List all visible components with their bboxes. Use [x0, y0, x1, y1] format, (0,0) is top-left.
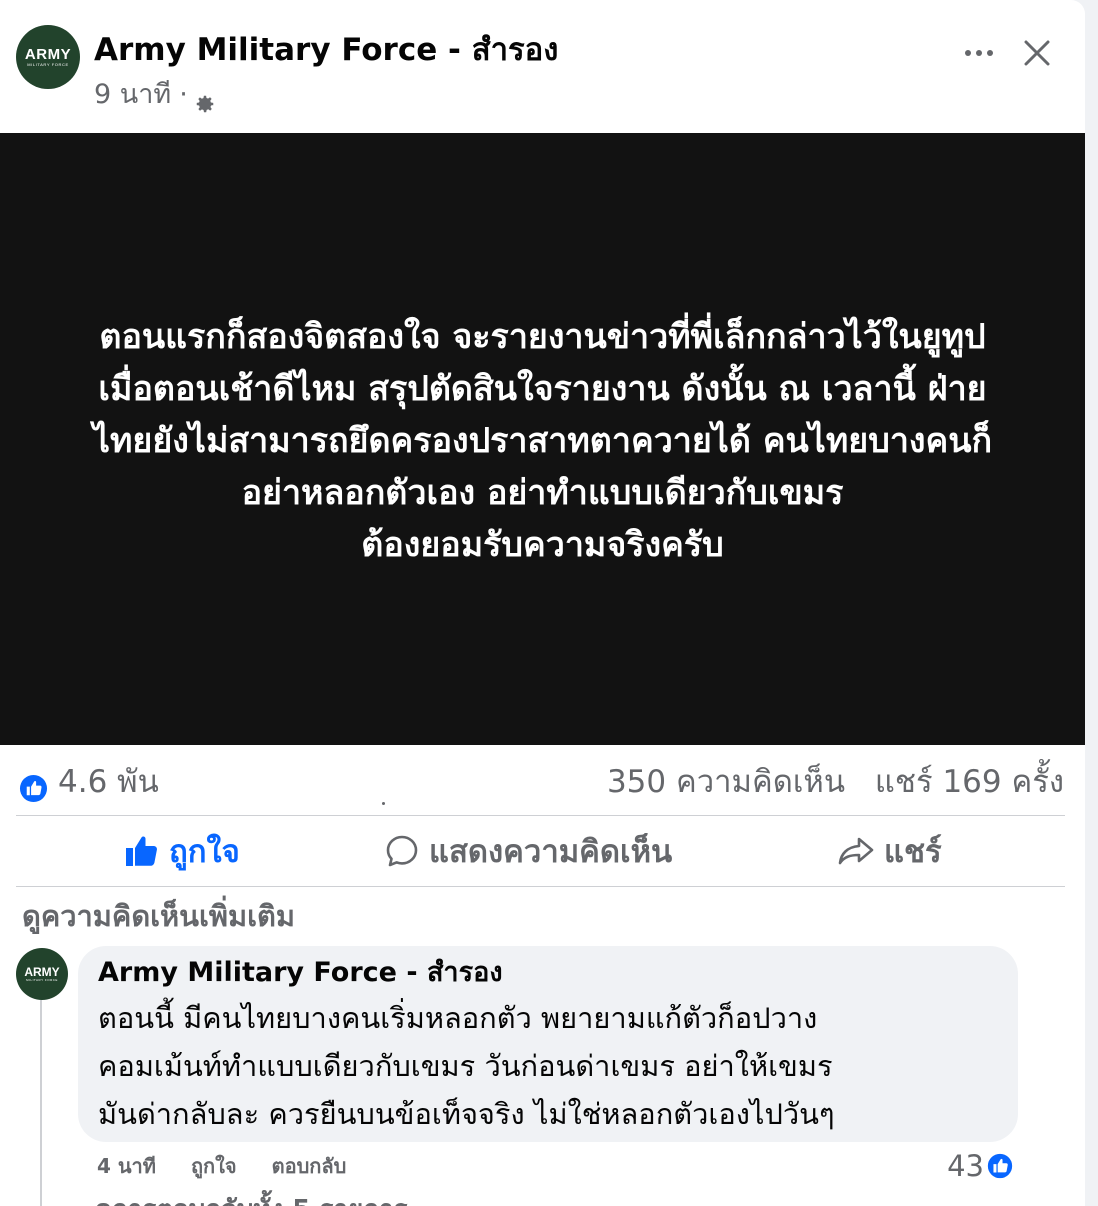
- avatar-logo-text: ARMY: [24, 45, 72, 63]
- post-meta: 9 นาที ·: [94, 76, 216, 114]
- meta-separator: ·: [179, 79, 188, 110]
- media-text-line: ต้องยอมรับความจริงครับ: [361, 525, 724, 565]
- view-more-comments-link[interactable]: ดูความคิดเห็นเพิ่มเติม: [22, 895, 295, 937]
- post-card: ARMY MILITARY FORCE Army Military Force …: [0, 0, 1085, 1206]
- comment-text: ตอนนี้ มีคนไทยบางคนเริ่มหลอกตัว พยายามแก…: [98, 994, 998, 1138]
- comment-bubble-icon: [386, 835, 418, 867]
- comment-time[interactable]: 4 นาที: [97, 1154, 156, 1178]
- comment-count[interactable]: 350 ความคิดเห็น: [607, 764, 845, 800]
- like-badge-icon: [986, 1152, 1014, 1180]
- post-time[interactable]: 9 นาที: [94, 76, 171, 114]
- reply-thread-line: [40, 1000, 42, 1206]
- close-icon: [1024, 40, 1050, 66]
- divider-dot: [382, 802, 385, 805]
- avatar-logo-subtext: MILITARY FORCE: [27, 61, 69, 67]
- comment-author[interactable]: Army Military Force - สำรอง: [98, 954, 503, 992]
- share-label: แชร์: [884, 834, 942, 870]
- like-button[interactable]: ถูกใจ: [125, 826, 240, 876]
- share-count[interactable]: แชร์ 169 ครั้ง: [875, 764, 1064, 800]
- comment-meta: 4 นาที ถูกใจ ตอบกลับ: [97, 1151, 374, 1181]
- more-dots-icon: [965, 50, 993, 56]
- comment-reactions[interactable]: 43: [947, 1148, 1014, 1184]
- like-label: ถูกใจ: [169, 834, 240, 870]
- comments-divider: [16, 886, 1065, 887]
- comment-text-line: มันด่ากลับละ ควรยืนบนข้อเท็จจริง ไม่ใช่ห…: [98, 1097, 835, 1131]
- comment-label: แสดงความคิดเห็น: [429, 834, 673, 870]
- thumbs-up-icon: [126, 836, 157, 866]
- close-button[interactable]: [1016, 32, 1058, 74]
- post-stats: 350 ความคิดเห็น แชร์ 169 ครั้ง: [607, 760, 1064, 804]
- post-media[interactable]: ตอนแรกก็สองจิตสองใจ จะรายงานข่าวที่พี่เล…: [0, 133, 1085, 745]
- comment-reaction-count: 43: [947, 1149, 984, 1183]
- page-avatar[interactable]: ARMY MILITARY FORCE: [16, 25, 80, 89]
- comment-avatar-logo-subtext: MILITARY FORCE: [26, 977, 58, 982]
- view-replies-link[interactable]: ดูการตอบกลับทั้ง 5 รายการ: [95, 1194, 408, 1206]
- like-badge-icon[interactable]: [19, 774, 48, 803]
- media-text-line: อย่าหลอกตัวเอง อย่าทำแบบเดียวกับเขมร: [241, 473, 844, 513]
- comment-text-line: คอมเม้นท์ทำแบบเดียวกับเขมร วันก่อนด่าเขม…: [98, 1049, 833, 1083]
- action-bar-divider: [16, 815, 1065, 816]
- comment-like-button[interactable]: ถูกใจ: [191, 1154, 237, 1178]
- gear-icon: [194, 88, 216, 113]
- comment-reply-button[interactable]: ตอบกลับ: [272, 1154, 347, 1178]
- comment-avatar[interactable]: ARMY MILITARY FORCE: [16, 948, 68, 1000]
- more-options-button[interactable]: [958, 36, 1000, 70]
- media-text-line: ไทยยังไม่สามารถยึดครองปราสาทตาควายได้ คน…: [92, 421, 993, 461]
- share-button[interactable]: แชร์: [838, 826, 942, 876]
- media-text-line: เมื่อตอนเช้าดีไหม สรุปตัดสินใจรายงาน ดัง…: [98, 369, 987, 409]
- media-text-line: ตอนแรกก็สองจิตสองใจ จะรายงานข่าวที่พี่เล…: [99, 317, 986, 357]
- media-text: ตอนแรกก็สองจิตสองใจ จะรายงานข่าวที่พี่เล…: [40, 311, 1045, 571]
- share-arrow-icon: [838, 837, 874, 865]
- page-name-link[interactable]: Army Military Force - สำรอง: [94, 28, 558, 72]
- comment-bubble: Army Military Force - สำรอง ตอนนี้ มีคนไ…: [78, 946, 1018, 1142]
- comment-text-line: ตอนนี้ มีคนไทยบางคนเริ่มหลอกตัว พยายามแก…: [98, 1001, 818, 1035]
- comment-avatar-logo-text: ARMY: [24, 964, 60, 979]
- comment-button[interactable]: แสดงความคิดเห็น: [385, 826, 672, 876]
- reaction-count[interactable]: 4.6 พัน: [58, 760, 159, 804]
